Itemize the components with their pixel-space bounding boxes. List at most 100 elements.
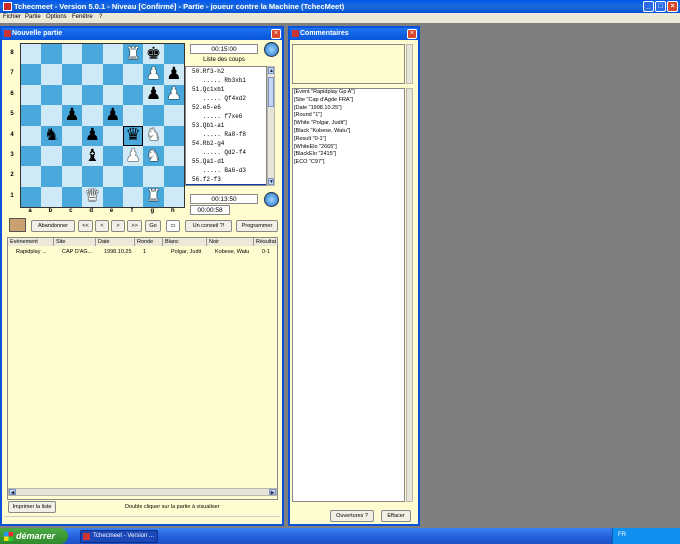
square-e8[interactable] [102, 44, 123, 65]
square-h3[interactable] [163, 145, 184, 167]
move-item[interactable]: 55.Qa1-d1 [186, 157, 266, 166]
square-g5[interactable] [143, 105, 164, 126]
square-g7[interactable]: ♟ [143, 64, 164, 85]
square-b8[interactable] [41, 44, 62, 65]
square-f1[interactable] [122, 186, 144, 207]
column-header[interactable]: Blanc [163, 238, 207, 246]
square-c6[interactable] [61, 84, 83, 106]
scroll-left-icon[interactable]: ◀ [9, 489, 16, 496]
square-c5[interactable]: ♟ [61, 105, 83, 126]
white-pawn-icon[interactable]: ♟ [125, 147, 140, 165]
square-f2[interactable] [122, 166, 144, 187]
engine-bottom-icon[interactable] [264, 192, 279, 207]
black-queen-icon[interactable]: ♛ [125, 127, 140, 144]
square-c3[interactable] [61, 145, 83, 167]
table-cell[interactable]: CAP D'AG... [60, 248, 98, 256]
column-header[interactable]: Résultat [254, 238, 278, 246]
square-a6[interactable] [21, 84, 42, 106]
next-move-button[interactable]: > [111, 220, 125, 232]
comments-window-close-button[interactable]: × [407, 29, 417, 39]
square-e7[interactable] [102, 64, 123, 85]
square-h4[interactable] [163, 125, 184, 146]
table-cell[interactable]: Polgar, Judit [169, 248, 209, 256]
minimize-button[interactable]: _ [643, 1, 654, 12]
black-bishop-icon[interactable]: ♝ [85, 147, 100, 165]
black-pawn-icon[interactable]: ♟ [166, 66, 181, 83]
square-c7[interactable] [61, 64, 83, 85]
square-h8[interactable] [163, 44, 184, 65]
move-item[interactable]: 56.f2-f3 [186, 175, 266, 184]
close-button[interactable]: × [667, 1, 678, 12]
square-b7[interactable] [41, 64, 62, 85]
move-item[interactable]: ..... Ba6-d3 [186, 166, 266, 175]
move-item[interactable]: ..... f7xe6 [186, 112, 266, 121]
square-h7[interactable]: ♟ [163, 64, 184, 85]
maximize-button[interactable]: □ [655, 1, 666, 12]
white-pawn-icon[interactable]: ♟ [146, 66, 161, 83]
square-b4[interactable]: ♞ [41, 125, 62, 146]
menu-options[interactable]: Options [46, 14, 67, 20]
square-b2[interactable] [41, 166, 62, 187]
table-cell[interactable]: 1998.10.25 [102, 248, 137, 256]
go-button[interactable]: Go [145, 220, 161, 232]
print-list-button[interactable]: Imprimer la liste [8, 501, 56, 513]
table-cell[interactable]: Kobese, Watu [213, 248, 256, 256]
square-d8[interactable] [82, 44, 103, 65]
program-button[interactable]: Programmer [236, 220, 278, 232]
square-g4[interactable]: ♞ [143, 125, 164, 146]
square-c2[interactable] [61, 166, 83, 187]
prev-move-button[interactable]: < [95, 220, 109, 232]
square-e4[interactable] [102, 125, 123, 146]
scroll-thumb[interactable] [268, 77, 274, 107]
white-pawn-icon[interactable]: ♟ [166, 86, 181, 103]
square-e2[interactable] [102, 166, 123, 187]
square-e3[interactable] [102, 145, 123, 167]
resign-button[interactable]: Abandonner [31, 220, 75, 232]
move-item[interactable]: ..... e6-e5 [186, 184, 266, 185]
comment-scrollbar[interactable] [406, 44, 413, 84]
square-a3[interactable] [21, 145, 42, 167]
square-g2[interactable] [143, 166, 164, 187]
square-b5[interactable] [41, 105, 62, 126]
square-b1[interactable] [41, 186, 62, 207]
move-item[interactable]: 53.Qb1-a1 [186, 121, 266, 130]
square-h1[interactable] [163, 186, 184, 207]
square-d4[interactable]: ♟ [82, 125, 103, 146]
square-e5[interactable]: ♟ [102, 105, 123, 126]
square-h2[interactable] [163, 166, 184, 187]
clear-button[interactable]: Effacer [381, 510, 411, 522]
first-move-button[interactable]: << [78, 220, 93, 232]
advice-button[interactable]: Un conseil ?! [185, 220, 232, 232]
black-pawn-icon[interactable]: ♟ [105, 106, 120, 124]
scroll-up-icon[interactable]: ▲ [268, 67, 274, 74]
square-g8[interactable]: ♚ [143, 44, 164, 65]
square-a5[interactable] [21, 105, 42, 126]
pgn-scrollbar[interactable] [406, 88, 413, 502]
comment-input[interactable] [292, 44, 405, 84]
square-g1[interactable]: ♜ [143, 186, 164, 207]
square-h5[interactable] [163, 105, 184, 126]
language-indicator[interactable]: FR [618, 532, 626, 538]
square-a8[interactable] [21, 44, 42, 65]
game-window-close-button[interactable]: × [271, 29, 281, 39]
table-hscrollbar[interactable]: ◀ ▶ [8, 488, 277, 496]
square-f7[interactable] [122, 64, 144, 85]
square-d3[interactable]: ♝ [82, 145, 103, 167]
black-pawn-icon[interactable]: ♟ [64, 106, 79, 124]
white-knight-icon[interactable]: ♞ [146, 127, 161, 144]
engine-top-icon[interactable] [264, 42, 279, 57]
square-b6[interactable] [41, 84, 62, 106]
move-item[interactable]: ..... Ra8-f8 [186, 130, 266, 139]
move-item[interactable]: 52.e5-e6 [186, 103, 266, 112]
square-g6[interactable]: ♟ [143, 84, 164, 106]
square-d1[interactable]: ♛ [82, 186, 103, 207]
move-item[interactable]: ..... Rb3xb1 [186, 76, 266, 85]
square-f8[interactable]: ♜ [122, 44, 144, 65]
square-d5[interactable] [82, 105, 103, 126]
column-header[interactable]: Noir [207, 238, 254, 246]
column-header[interactable]: Evènement [8, 238, 54, 246]
black-pawn-icon[interactable]: ♟ [85, 127, 100, 144]
square-h6[interactable]: ♟ [163, 84, 184, 106]
square-c1[interactable] [61, 186, 83, 207]
menu-fenetre[interactable]: Fenêtre [72, 14, 93, 20]
